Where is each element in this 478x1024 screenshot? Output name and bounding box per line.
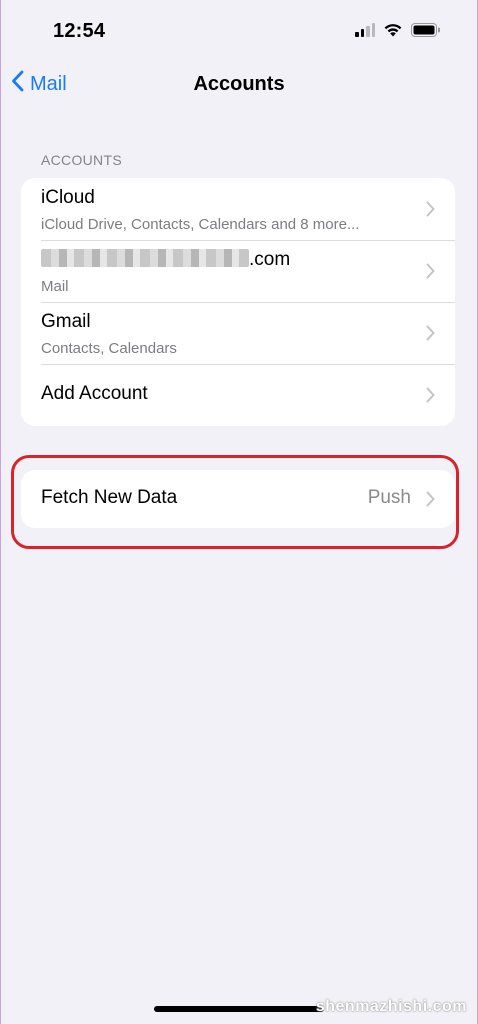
page-title: Accounts — [193, 73, 285, 95]
battery-icon — [411, 22, 441, 37]
redacted-email — [41, 248, 249, 267]
account-title: iCloud — [41, 187, 95, 208]
account-title: Gmail — [41, 311, 91, 332]
account-row-email[interactable]: .com Mail — [21, 240, 455, 302]
chevron-right-icon — [426, 263, 435, 284]
status-time: 12:54 — [53, 20, 106, 42]
account-subtitle: Contacts, Calendars — [41, 340, 177, 357]
account-subtitle: Mail — [41, 278, 69, 295]
accounts-list: iCloud iCloud Drive, Contacts, Calendars… — [21, 178, 455, 426]
chevron-right-icon — [426, 325, 435, 346]
chevron-right-icon — [426, 491, 435, 512]
wifi-icon — [383, 22, 403, 37]
account-subtitle: iCloud Drive, Contacts, Calendars and 8 … — [41, 216, 360, 233]
navigation-bar: Mail Accounts — [1, 64, 477, 108]
fetch-new-data-row[interactable]: Fetch New Data Push — [21, 470, 455, 528]
add-account-label: Add Account — [41, 383, 148, 404]
fetch-settings-group: Fetch New Data Push — [21, 470, 455, 528]
home-indicator[interactable] — [154, 1006, 324, 1012]
status-icons — [355, 22, 441, 37]
account-title-suffix: .com — [249, 249, 291, 270]
add-account-button[interactable]: Add Account — [21, 364, 455, 426]
account-row-gmail[interactable]: Gmail Contacts, Calendars — [21, 302, 455, 364]
fetch-new-data-value: Push — [367, 487, 411, 508]
chevron-right-icon — [426, 201, 435, 222]
cellular-signal-icon — [355, 22, 375, 37]
account-row-icloud[interactable]: iCloud iCloud Drive, Contacts, Calendars… — [21, 178, 455, 240]
fetch-new-data-label: Fetch New Data — [41, 487, 178, 508]
chevron-right-icon — [426, 387, 435, 408]
accounts-section-header: ACCOUNTS — [41, 152, 122, 168]
account-title: .com — [41, 248, 291, 271]
watermark: shenmazhishi.com — [315, 998, 467, 1015]
status-bar: 12:54 — [1, 0, 477, 60]
